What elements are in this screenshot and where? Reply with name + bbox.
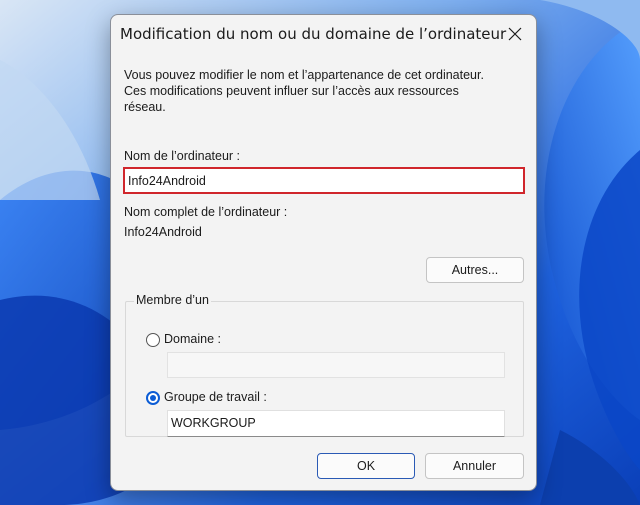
description-line: Ces modifications peuvent influer sur l’… — [124, 84, 459, 98]
description-line: réseau. — [124, 100, 166, 114]
workgroup-input[interactable] — [171, 415, 491, 431]
description-line: Vous pouvez modifier le nom et l’apparte… — [124, 68, 484, 82]
close-button[interactable] — [502, 21, 528, 47]
computer-name-input[interactable] — [128, 172, 518, 189]
ok-button[interactable]: OK — [317, 453, 415, 479]
computer-name-field[interactable] — [123, 167, 525, 194]
domain-radio[interactable] — [146, 333, 160, 347]
dialog-title: Modification du nom ou du domaine de l’o… — [120, 25, 507, 43]
close-icon — [508, 27, 522, 41]
cancel-button[interactable]: Annuler — [425, 453, 524, 479]
full-name-label: Nom complet de l’ordinateur : — [124, 205, 288, 219]
workgroup-label: Groupe de travail : — [164, 390, 267, 404]
member-of-legend: Membre d’un — [134, 293, 211, 307]
domain-field[interactable] — [167, 352, 505, 378]
computer-name-label: Nom de l’ordinateur : — [124, 149, 241, 163]
description-text: Vous pouvez modifier le nom et l’apparte… — [124, 67, 524, 115]
domain-input[interactable] — [171, 357, 491, 373]
computer-name-dialog: Modification du nom ou du domaine de l’o… — [110, 14, 537, 491]
workgroup-field[interactable] — [167, 410, 505, 437]
title-bar: Modification du nom ou du domaine de l’o… — [111, 15, 536, 53]
domain-label: Domaine : — [164, 332, 221, 346]
member-of-group: Membre d’un Domaine : Groupe de travail … — [125, 293, 524, 437]
workgroup-radio[interactable] — [146, 391, 160, 405]
more-button[interactable]: Autres... — [426, 257, 524, 283]
full-name-value: Info24Android — [124, 225, 202, 239]
